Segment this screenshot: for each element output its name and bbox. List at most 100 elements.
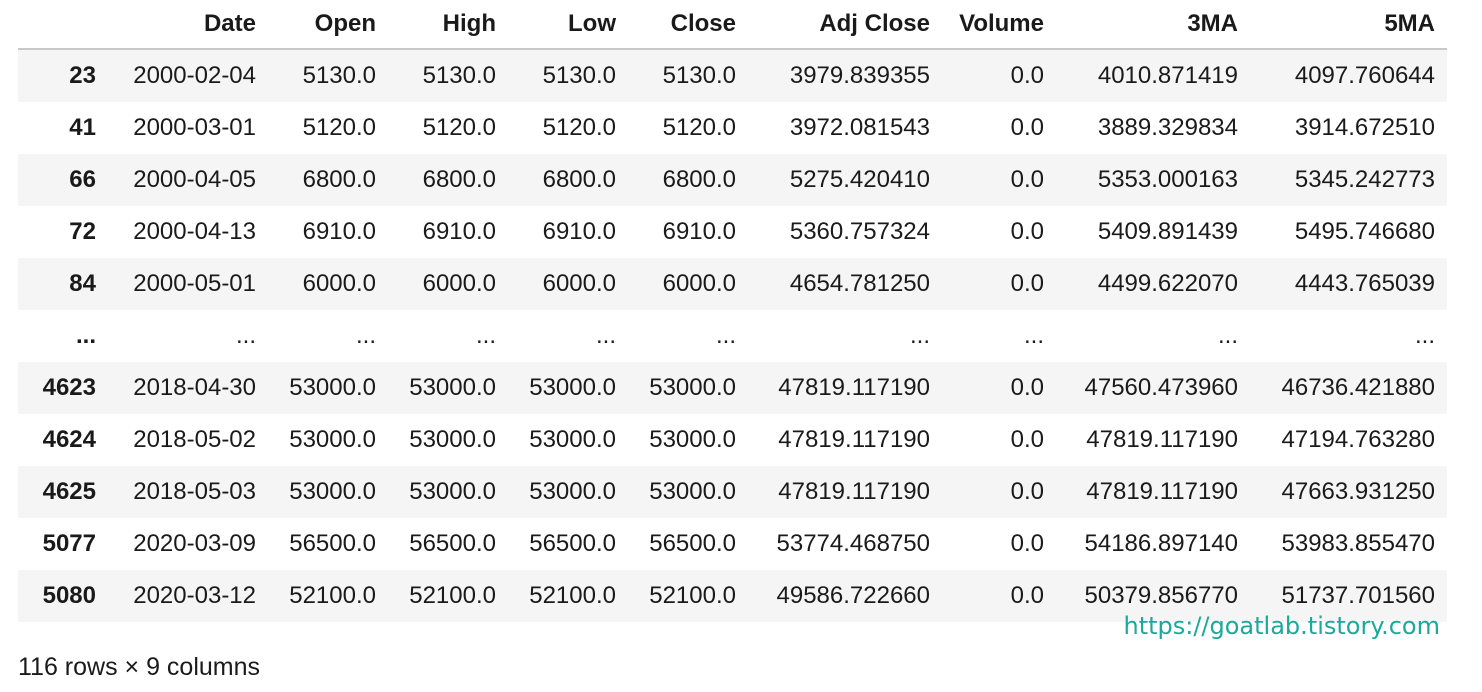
cell-open: 5130.0 (302, 62, 376, 89)
table-row: 41 2000-03-01 5120.0 5120.0 5120.0 5120.0 3972… (18, 102, 1447, 154)
row-index: 4625 (42, 478, 96, 505)
cell-date: 2020-03-12 (133, 582, 256, 609)
watermark-url: https://goatlab.tistory.com (1123, 612, 1440, 640)
cell-low: 53000.0 (529, 374, 616, 401)
cell-date: 2000-04-05 (133, 166, 256, 193)
row-index: 5080 (42, 582, 96, 609)
cell-low: 5130.0 (542, 62, 616, 89)
cell-3ma: 4010.871419 (1097, 62, 1238, 89)
table-body: 23 2000-02-04 5130.0 5130.0 5130.0 5130.0 3979… (18, 49, 1447, 622)
cell-5ma: 53983.855470 (1281, 530, 1436, 557)
table-row: 72 2000-04-13 6910.0 6910.0 6910.0 6910.0 5360… (18, 206, 1447, 258)
cell-adj-close: 5275.420410 (789, 166, 930, 193)
cell-date: 2000-03-01 (133, 114, 256, 141)
cell-high: 56500.0 (409, 530, 496, 557)
column-header-open: Open (268, 0, 388, 50)
cell-adj-close: 47819.117190 (778, 426, 930, 453)
row-index: 5077 (42, 530, 96, 557)
dataframe-output: Date Open High Low Close Adj Close Volum… (18, 0, 1447, 622)
cell-volume: 0.0 (1010, 374, 1044, 401)
column-header-close: Close (628, 0, 748, 50)
cell-close: ... (715, 322, 736, 349)
cell-date: 2000-05-01 (133, 270, 256, 297)
cell-date: 2018-05-03 (133, 478, 256, 505)
cell-high: 53000.0 (409, 478, 496, 505)
cell-low: 53000.0 (529, 478, 616, 505)
cell-low: 56500.0 (529, 530, 616, 557)
cell-open: 6910.0 (302, 218, 376, 245)
cell-high: ... (475, 322, 496, 349)
cell-volume: 0.0 (1010, 530, 1044, 557)
cell-3ma: ... (1217, 322, 1238, 349)
cell-date: 2020-03-09 (133, 530, 256, 557)
row-index: 4623 (42, 374, 96, 401)
cell-5ma: 46736.421880 (1281, 374, 1436, 401)
cell-5ma: 47663.931250 (1281, 478, 1436, 505)
cell-3ma: 47819.117190 (1086, 426, 1238, 453)
cell-close: 53000.0 (649, 426, 736, 453)
cell-high: 6000.0 (422, 270, 496, 297)
cell-volume: 0.0 (1010, 270, 1044, 297)
cell-adj-close: 47819.117190 (778, 478, 930, 505)
cell-low: 6800.0 (542, 166, 616, 193)
table-row: 4623 2018-04-30 53000.0 53000.0 53000.0 53000… (18, 362, 1447, 414)
cell-3ma: 47560.473960 (1084, 374, 1239, 401)
cell-low: 52100.0 (529, 582, 616, 609)
table-row: .............................. (18, 310, 1447, 362)
row-index: 66 (69, 166, 96, 193)
cell-open: 6000.0 (302, 270, 376, 297)
index-header (18, 0, 108, 50)
cell-low: 5120.0 (542, 114, 616, 141)
cell-volume: 0.0 (1010, 478, 1044, 505)
cell-5ma: 4097.760644 (1294, 62, 1435, 89)
dataframe-table: Date Open High Low Close Adj Close Volum… (18, 0, 1447, 622)
row-index: 72 (69, 218, 96, 245)
cell-volume: ... (1023, 322, 1044, 349)
cell-open: ... (355, 322, 376, 349)
cell-low: 6000.0 (542, 270, 616, 297)
cell-low: ... (595, 322, 616, 349)
cell-date: 2018-05-02 (133, 426, 256, 453)
cell-5ma: 3914.672510 (1294, 114, 1435, 141)
cell-date: 2000-02-04 (133, 62, 256, 89)
cell-close: 6910.0 (662, 218, 736, 245)
table-row: 5077 2020-03-09 56500.0 56500.0 56500.0 56500… (18, 518, 1447, 570)
column-header-low: Low (508, 0, 628, 50)
dataframe-shape-summary: 116 rows × 9 columns (18, 653, 261, 681)
cell-high: 6800.0 (422, 166, 496, 193)
cell-high: 5120.0 (422, 114, 496, 141)
row-index: 23 (69, 62, 96, 89)
cell-adj-close: 4654.781250 (789, 270, 930, 297)
cell-adj-close: 5360.757324 (789, 218, 930, 245)
row-index: 4624 (42, 426, 96, 453)
table-row: 4624 2018-05-02 53000.0 53000.0 53000.0 53000… (18, 414, 1447, 466)
cell-volume: 0.0 (1010, 218, 1044, 245)
column-header-3ma: 3MA (1056, 0, 1250, 50)
cell-high: 6910.0 (422, 218, 496, 245)
cell-3ma: 4499.622070 (1097, 270, 1238, 297)
cell-adj-close: 3972.081543 (789, 114, 930, 141)
cell-close: 5130.0 (662, 62, 736, 89)
table-row: 84 2000-05-01 6000.0 6000.0 6000.0 6000.0 4654… (18, 258, 1447, 310)
cell-close: 53000.0 (649, 478, 736, 505)
header-row: Date Open High Low Close Adj Close Volum… (18, 0, 1447, 50)
cell-open: 52100.0 (289, 582, 376, 609)
cell-5ma: 4443.765039 (1294, 270, 1435, 297)
cell-date: 2000-04-13 (133, 218, 256, 245)
cell-low: 6910.0 (542, 218, 616, 245)
cell-5ma: 5345.242773 (1294, 166, 1435, 193)
cell-open: 6800.0 (302, 166, 376, 193)
cell-5ma: 47194.763280 (1281, 426, 1436, 453)
table-header: Date Open High Low Close Adj Close Volum… (18, 0, 1447, 50)
column-header-5ma: 5MA (1250, 0, 1447, 50)
cell-3ma: 47819.117190 (1086, 478, 1238, 505)
cell-adj-close: 3979.839355 (789, 62, 930, 89)
cell-adj-close: 53774.468750 (776, 530, 931, 557)
cell-adj-close: 47819.117190 (778, 374, 930, 401)
cell-high: 52100.0 (409, 582, 496, 609)
cell-open: 56500.0 (289, 530, 376, 557)
table-row: 66 2000-04-05 6800.0 6800.0 6800.0 6800.0 5275… (18, 154, 1447, 206)
cell-3ma: 54186.897140 (1084, 530, 1239, 557)
cell-volume: 0.0 (1010, 114, 1044, 141)
table-row: 4625 2018-05-03 53000.0 53000.0 53000.0 53000… (18, 466, 1447, 518)
